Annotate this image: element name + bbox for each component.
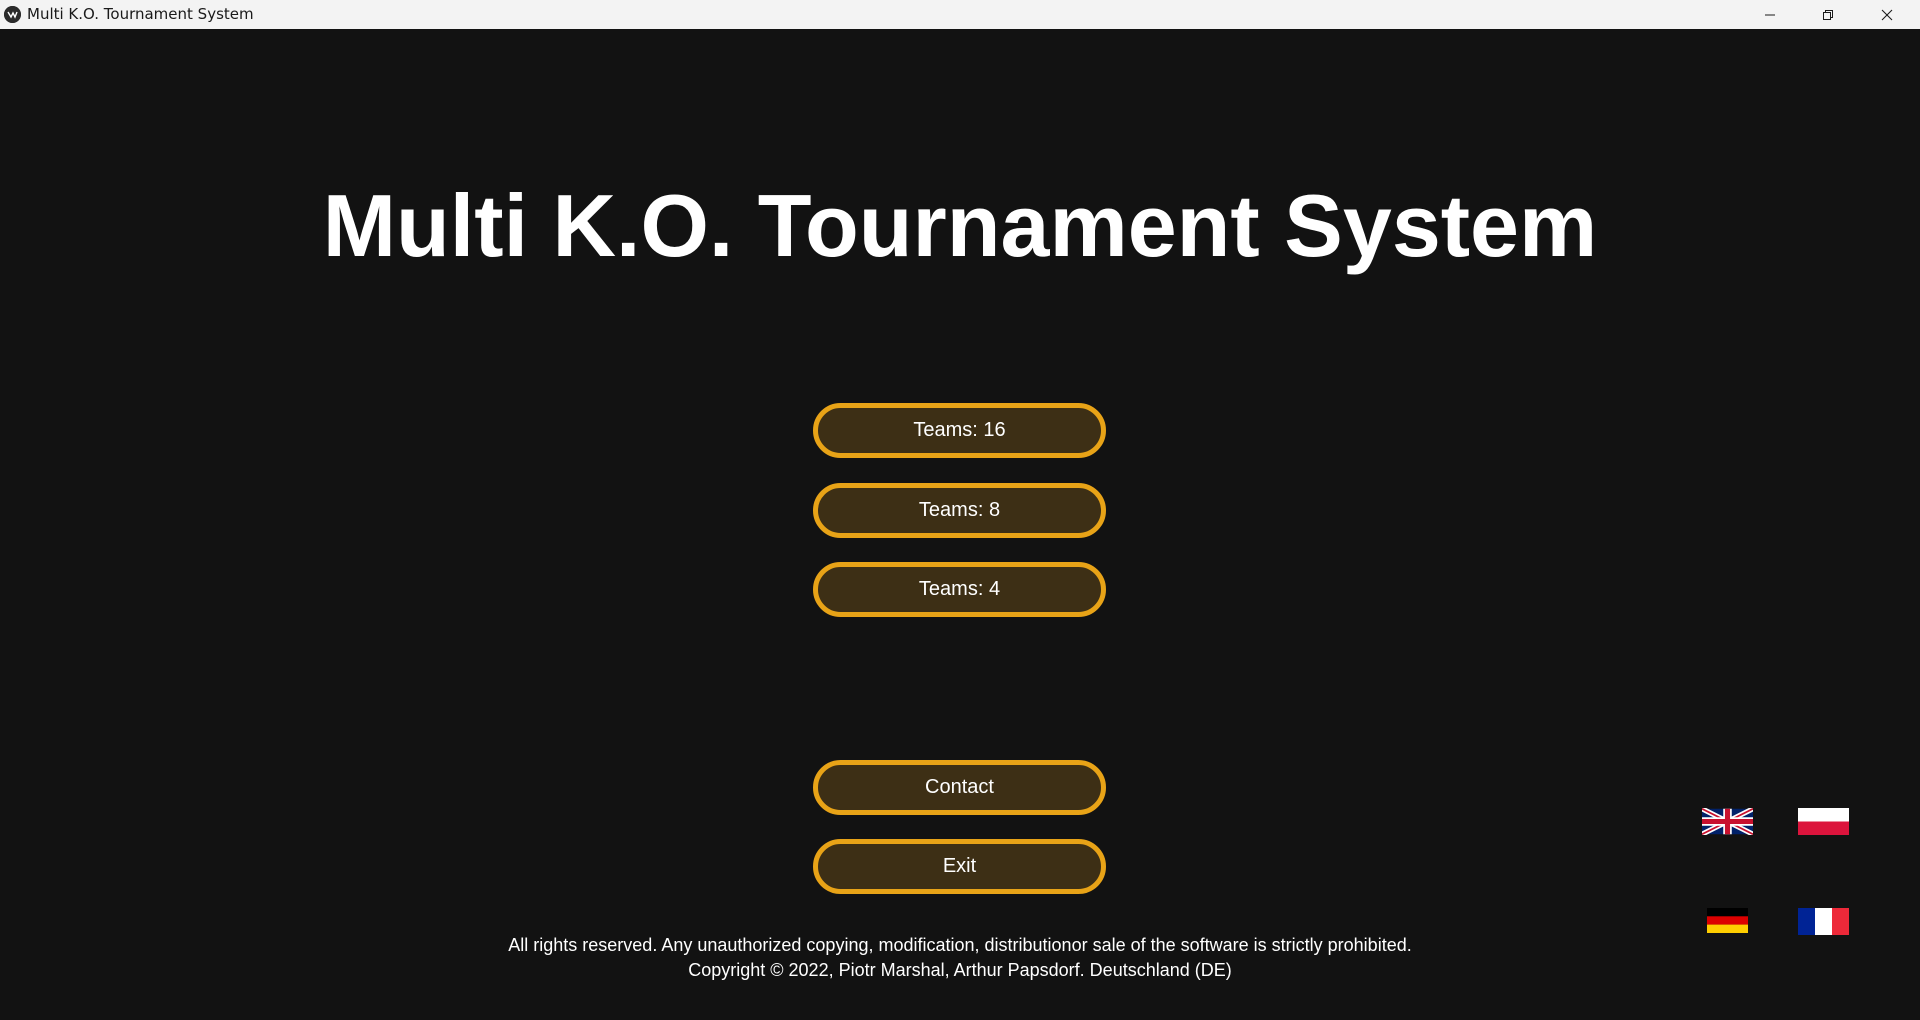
language-english-button[interactable] — [1702, 808, 1753, 835]
uk-flag-icon — [1702, 808, 1753, 835]
restore-button[interactable] — [1799, 0, 1857, 29]
contact-button[interactable]: Contact — [813, 760, 1106, 815]
title-bar[interactable]: Multi K.O. Tournament System — [0, 0, 1920, 29]
teams-4-button[interactable]: Teams: 4 — [813, 562, 1106, 617]
restore-icon — [1823, 9, 1833, 20]
minimize-icon — [1765, 14, 1775, 15]
window-title: Multi K.O. Tournament System — [27, 5, 254, 23]
close-icon — [1881, 9, 1893, 20]
copyright-notice: Copyright © 2022, Piotr Marshal, Arthur … — [688, 960, 1232, 980]
kivy-logo-icon — [4, 6, 21, 23]
language-polish-button[interactable] — [1798, 808, 1849, 835]
poland-flag-icon — [1798, 808, 1849, 835]
minimize-button[interactable] — [1741, 0, 1799, 29]
language-german-button[interactable] — [1707, 908, 1748, 933]
rights-notice: All rights reserved. Any unauthorized co… — [508, 935, 1412, 955]
page-title: Multi K.O. Tournament System — [322, 176, 1598, 275]
exit-button[interactable]: Exit — [813, 839, 1106, 894]
language-french-button[interactable] — [1798, 908, 1849, 935]
app-window: Multi K.O. Tournament System Multi K.O. … — [0, 0, 1920, 1020]
germany-flag-icon — [1707, 908, 1748, 933]
close-button[interactable] — [1858, 0, 1916, 29]
france-flag-icon — [1798, 908, 1849, 935]
teams-16-button[interactable]: Teams: 16 — [813, 403, 1106, 458]
teams-8-button[interactable]: Teams: 8 — [813, 483, 1106, 538]
